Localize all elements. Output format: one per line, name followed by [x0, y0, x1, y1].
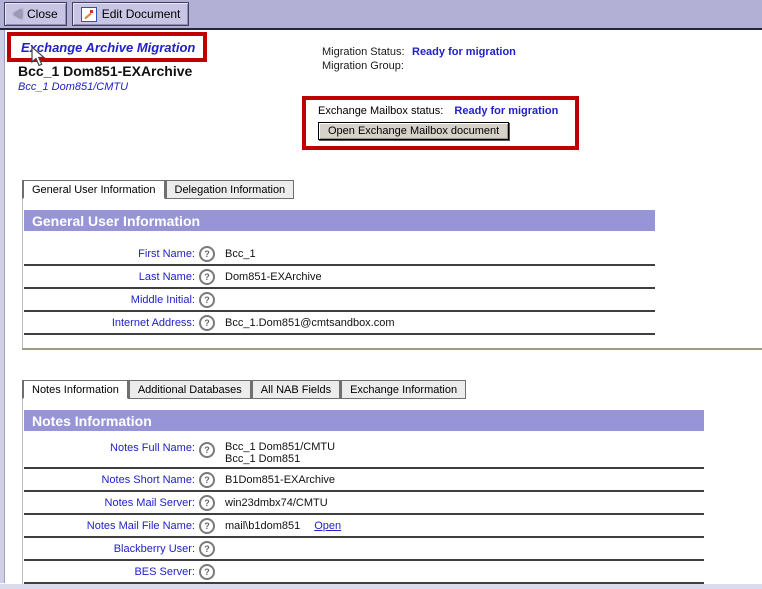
help-icon[interactable]: ?: [199, 314, 215, 331]
internet-address-value: Bcc_1.Dom851@cmtsandbox.com: [225, 316, 395, 329]
help-icon[interactable]: ?: [199, 563, 215, 580]
last-name-label: Last Name:: [138, 270, 195, 283]
general-user-information-section: General User Information First Name: ? B…: [22, 199, 655, 350]
bes-server-label: BES Server:: [134, 565, 195, 578]
middle-initial-label: Middle Initial:: [130, 293, 195, 306]
page-title: Exchange Archive Migration: [21, 39, 196, 55]
open-mail-file-link[interactable]: Open: [314, 520, 341, 532]
migration-status-block: Migration Status: Ready for migration Mi…: [322, 46, 516, 72]
open-exchange-mailbox-button[interactable]: Open Exchange Mailbox document: [318, 122, 510, 140]
first-name-value: Bcc_1: [225, 247, 256, 260]
help-icon[interactable]: ?: [199, 494, 215, 511]
back-arrow-icon: [13, 9, 22, 19]
left-window-edge: [0, 30, 5, 589]
migration-status-label: Migration Status:: [322, 46, 405, 58]
help-icon[interactable]: ?: [199, 245, 215, 262]
field-row-notes-mail-file-name: Notes Mail File Name: ? mail\b1dom851 Op…: [24, 515, 704, 538]
notes-mail-file-name-value: mail\b1dom851: [225, 519, 301, 532]
section-divider-line: [22, 348, 762, 350]
tab-additional-databases[interactable]: Additional Databases: [127, 380, 251, 399]
user-info-tabs: General User Information Delegation Info…: [22, 180, 295, 199]
general-user-information-header: General User Information: [24, 210, 655, 231]
field-row-notes-short-name: Notes Short Name: ? B1Dom851-EXArchive: [24, 469, 704, 492]
notes-info-tabs: Notes Information Additional Databases A…: [22, 380, 467, 399]
first-name-label: First Name:: [138, 247, 195, 260]
help-icon[interactable]: ?: [199, 291, 215, 308]
help-icon[interactable]: ?: [199, 442, 215, 458]
help-icon[interactable]: ?: [199, 471, 215, 488]
mailbox-status-label: Exchange Mailbox status:: [318, 105, 444, 117]
field-row-internet-address: Internet Address: ? Bcc_1.Dom851@cmtsand…: [24, 312, 655, 335]
migration-group-label: Migration Group:: [322, 60, 404, 72]
help-icon[interactable]: ?: [199, 268, 215, 285]
field-row-first-name: First Name: ? Bcc_1: [24, 243, 655, 266]
field-row-blackberry-user: Blackberry User: ?: [24, 538, 704, 561]
field-row-notes-mail-server: Notes Mail Server: ? win23dmbx74/CMTU: [24, 492, 704, 515]
notes-information-section: Notes Information Notes Full Name: ? Bcc…: [22, 399, 704, 584]
internet-address-label: Internet Address:: [111, 316, 195, 329]
action-toolbar: Close Edit Document: [0, 0, 762, 30]
close-button[interactable]: Close: [4, 2, 67, 26]
tab-delegation-information[interactable]: Delegation Information: [164, 180, 295, 199]
notes-short-name-label: Notes Short Name:: [101, 473, 195, 486]
notes-short-name-value: B1Dom851-EXArchive: [225, 473, 336, 486]
blackberry-user-label: Blackberry User:: [113, 542, 195, 555]
notes-mail-server-value: win23dmbx74/CMTU: [225, 496, 328, 509]
edit-document-button[interactable]: Edit Document: [71, 2, 190, 26]
last-name-value: Dom851-EXArchive: [225, 270, 322, 283]
notes-information-header: Notes Information: [24, 410, 704, 431]
mailbox-status-value: Ready for migration: [454, 105, 559, 117]
user-display-name: Bcc_1 Dom851-EXArchive: [18, 63, 193, 79]
mailbox-status-highlight-box: Exchange Mailbox status: Ready for migra…: [302, 96, 579, 150]
notes-full-name-value: Bcc_1 Dom851/CMTU Bcc_1 Dom851: [225, 441, 336, 465]
help-icon[interactable]: ?: [199, 540, 215, 557]
migration-status-value: Ready for migration: [412, 46, 516, 58]
tab-general-user-information[interactable]: General User Information: [22, 180, 165, 199]
edit-button-label: Edit Document: [101, 7, 181, 21]
tab-notes-information[interactable]: Notes Information: [22, 380, 128, 399]
notes-mail-server-label: Notes Mail Server:: [104, 496, 195, 509]
notes-full-name-label: Notes Full Name:: [110, 442, 195, 454]
field-row-notes-full-name: Notes Full Name: ? Bcc_1 Dom851/CMTU Bcc_…: [24, 441, 704, 469]
title-highlight-box: Exchange Archive Migration: [7, 32, 207, 62]
field-row-middle-initial: Middle Initial: ?: [24, 289, 655, 312]
help-icon[interactable]: ?: [199, 517, 215, 534]
notes-mail-file-name-label: Notes Mail File Name:: [86, 519, 195, 532]
field-row-bes-server: BES Server: ?: [24, 561, 704, 584]
mailbox-status-line: Exchange Mailbox status: Ready for migra…: [318, 105, 575, 117]
tab-exchange-information[interactable]: Exchange Information: [340, 380, 467, 399]
exchange-archive-migration-document: Close Edit Document Exchange Archive Mig…: [0, 0, 762, 589]
field-row-last-name: Last Name: ? Dom851-EXArchive: [24, 266, 655, 289]
tab-all-nab-fields[interactable]: All NAB Fields: [250, 380, 341, 399]
edit-pencil-icon: [80, 6, 97, 22]
close-button-label: Close: [27, 7, 58, 21]
migration-group-value: [412, 60, 516, 72]
user-notes-name: Bcc_1 Dom851/CMTU: [18, 81, 129, 93]
